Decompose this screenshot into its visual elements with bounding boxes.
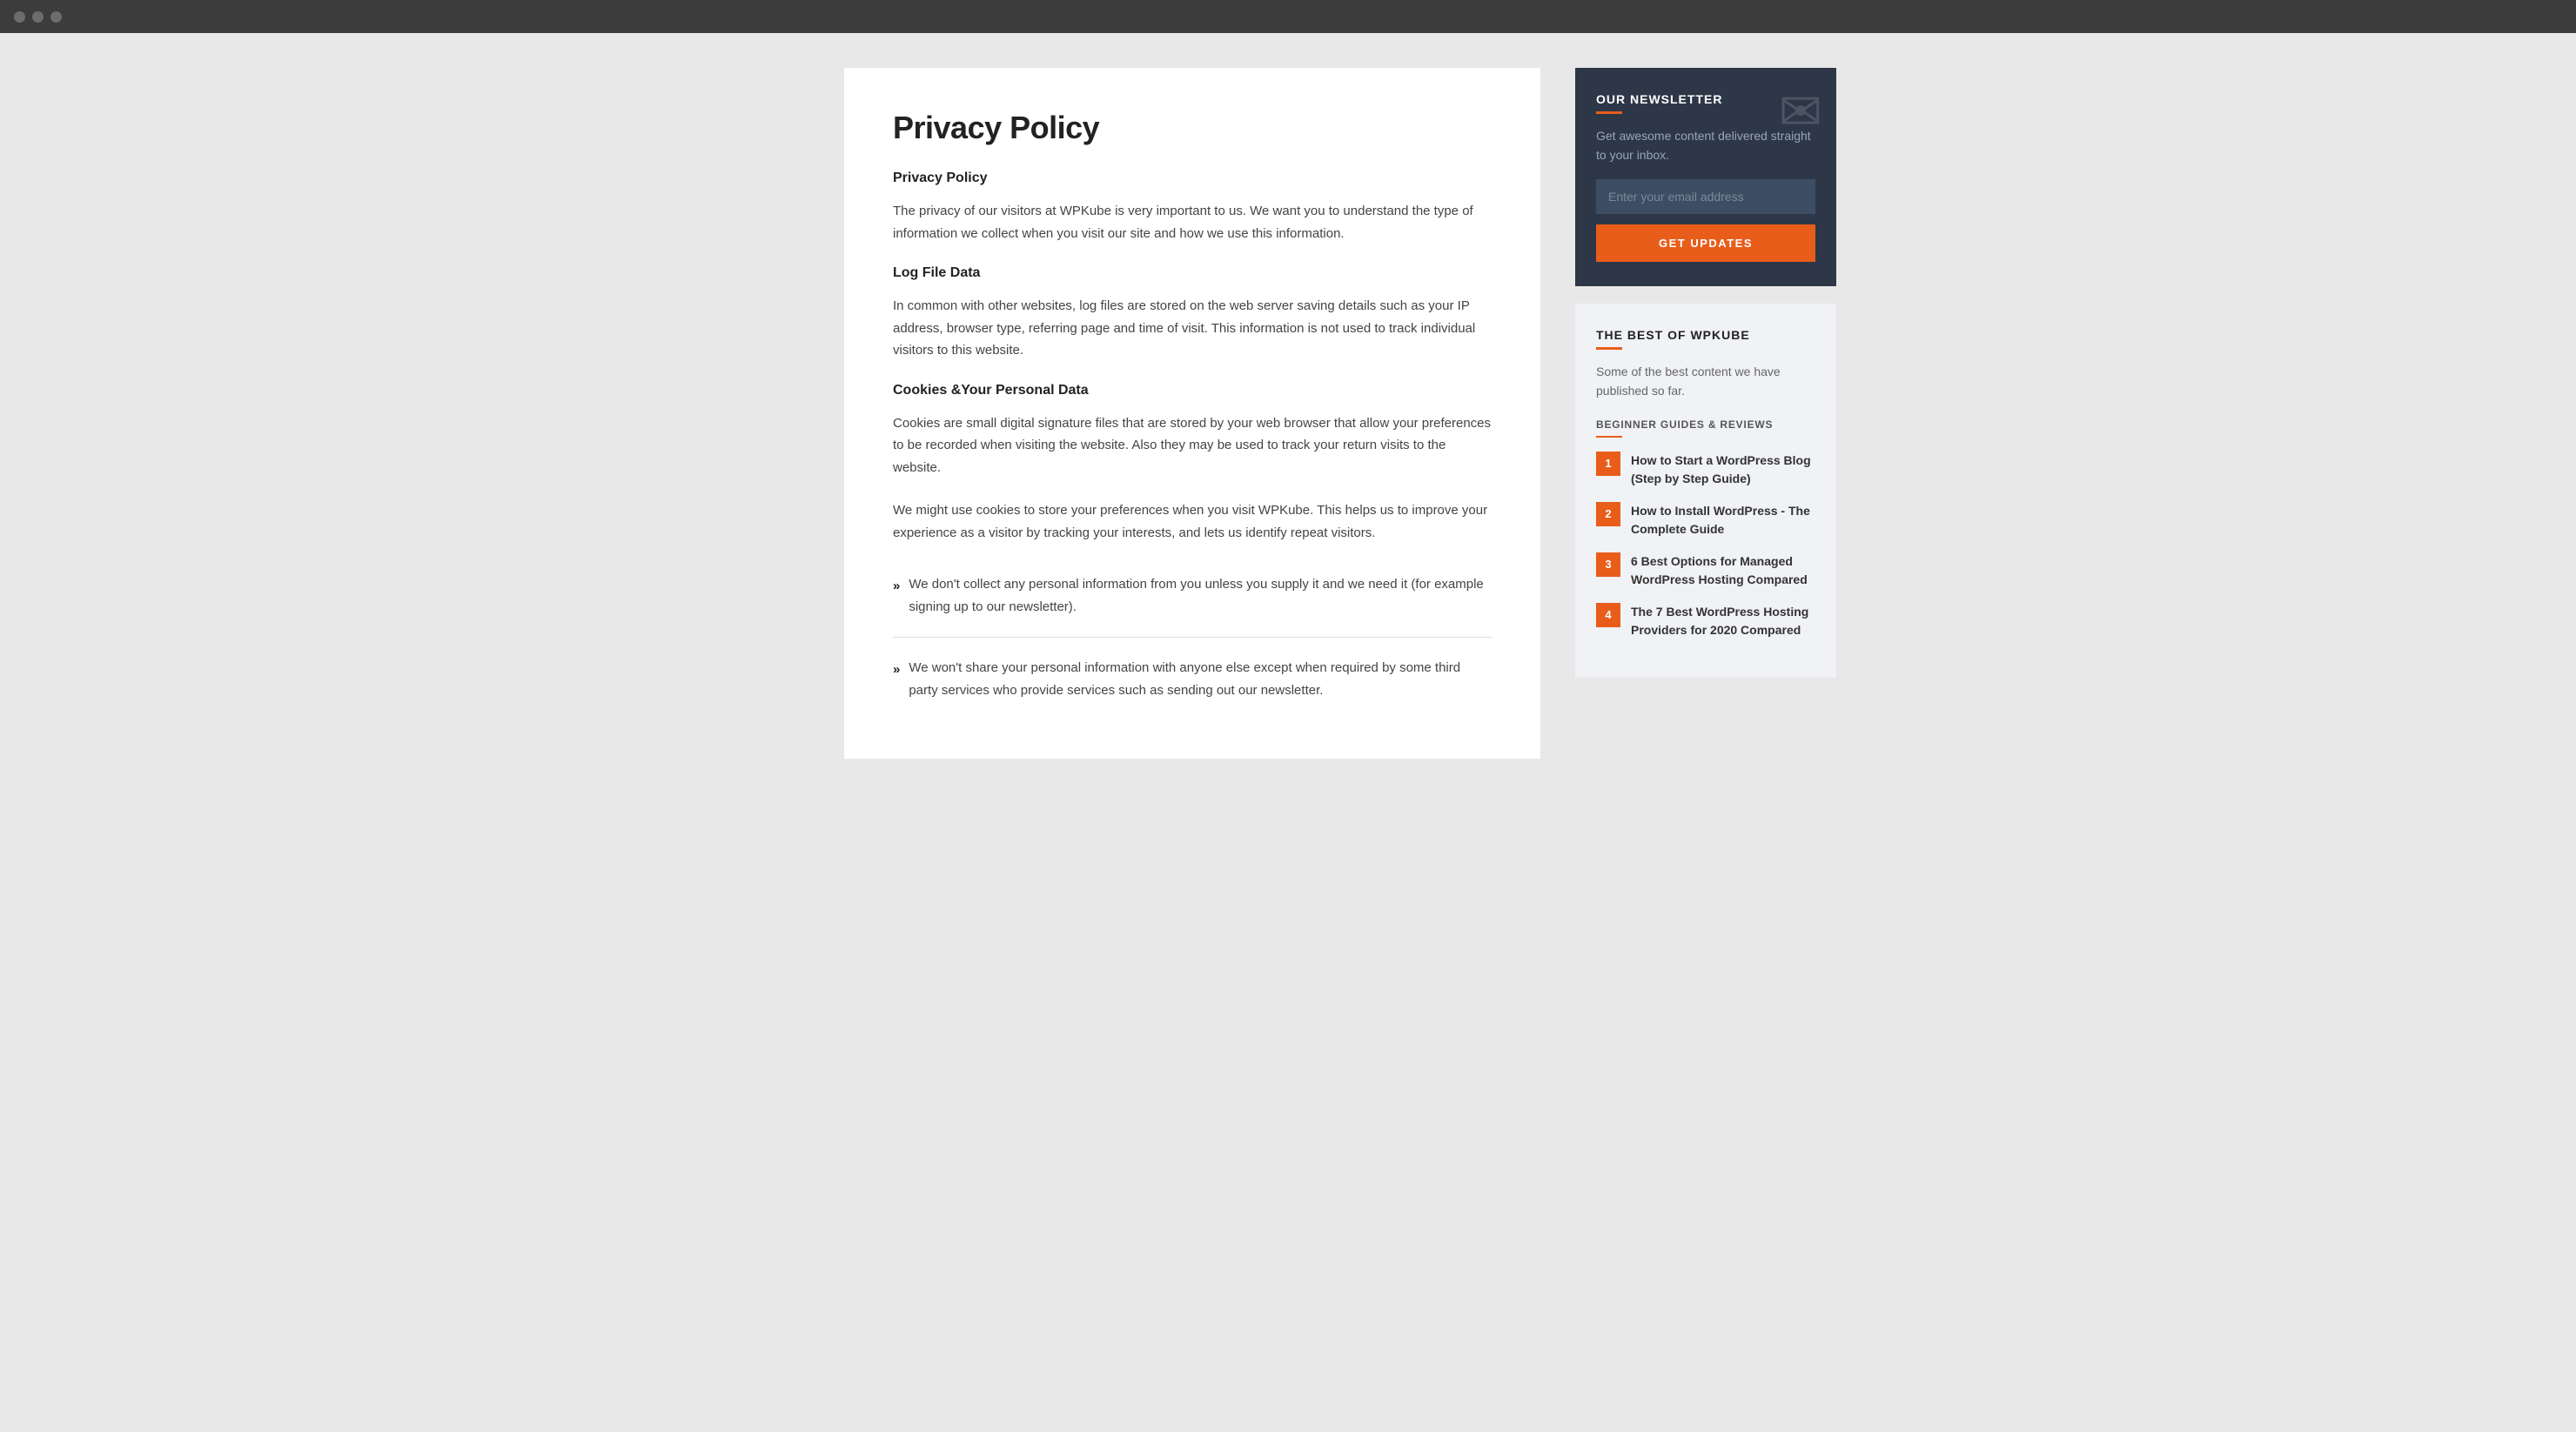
article-number-3: 3	[1596, 552, 1620, 577]
main-content: Privacy Policy Privacy Policy The privac…	[844, 68, 1540, 759]
best-of-description: Some of the best content we have publish…	[1596, 362, 1815, 401]
article-item-1: 1 How to Start a WordPress Blog (Step by…	[1596, 452, 1815, 488]
article-title-2[interactable]: How to Install WordPress - The Complete …	[1631, 502, 1815, 539]
category-title: BEGINNER GUIDES & REVIEWS	[1596, 418, 1815, 431]
best-of-title-underline	[1596, 347, 1622, 350]
page-title: Privacy Policy	[893, 110, 1492, 146]
page-wrapper: Privacy Policy Privacy Policy The privac…	[722, 33, 1854, 793]
article-number-4: 4	[1596, 603, 1620, 627]
newsletter-submit-button[interactable]: GET UPDATES	[1596, 224, 1815, 262]
browser-dot-red	[14, 11, 25, 23]
sidebar: ✉ OUR NEWSLETTER Get awesome content del…	[1575, 68, 1836, 678]
article-item-4: 4 The 7 Best WordPress Hosting Providers…	[1596, 603, 1815, 639]
newsletter-title-underline	[1596, 111, 1622, 114]
browser-chrome	[0, 0, 2576, 33]
list-section: » We don't collect any personal informat…	[893, 565, 1492, 710]
section-cookies: Cookies &Your Personal Data Cookies are …	[893, 383, 1492, 479]
section2-paragraph: In common with other websites, log files…	[893, 295, 1492, 362]
article-number-2: 2	[1596, 502, 1620, 526]
section1-heading: Privacy Policy	[893, 171, 1492, 186]
newsletter-widget: ✉ OUR NEWSLETTER Get awesome content del…	[1575, 68, 1836, 286]
category-underline	[1596, 436, 1622, 438]
browser-dot-yellow	[32, 11, 44, 23]
newsletter-email-input[interactable]	[1596, 179, 1815, 214]
article-title-3[interactable]: 6 Best Options for Managed WordPress Hos…	[1631, 552, 1815, 589]
browser-dot-green	[50, 11, 62, 23]
list-arrow-icon: »	[893, 659, 900, 681]
section4-paragraph: We might use cookies to store your prefe…	[893, 499, 1492, 544]
best-of-title: THE BEST OF WPKUBE	[1596, 328, 1815, 342]
list-arrow-icon: »	[893, 575, 900, 598]
article-title-1[interactable]: How to Start a WordPress Blog (Step by S…	[1631, 452, 1815, 488]
section-cookies-extra: We might use cookies to store your prefe…	[893, 499, 1492, 544]
section-privacy-policy: Privacy Policy The privacy of our visito…	[893, 171, 1492, 244]
list-item-text-1: We don't collect any personal informatio…	[909, 573, 1492, 618]
section-log-file: Log File Data In common with other websi…	[893, 265, 1492, 362]
browser-body: Privacy Policy Privacy Policy The privac…	[0, 33, 2576, 1432]
list-item-text-2: We won't share your personal information…	[909, 657, 1492, 701]
article-title-4[interactable]: The 7 Best WordPress Hosting Providers f…	[1631, 603, 1815, 639]
list-item: » We won't share your personal informati…	[893, 648, 1492, 710]
article-item-2: 2 How to Install WordPress - The Complet…	[1596, 502, 1815, 539]
best-of-widget: THE BEST OF WPKUBE Some of the best cont…	[1575, 304, 1836, 678]
newsletter-envelope-icon: ✉	[1779, 82, 1822, 143]
article-item-3: 3 6 Best Options for Managed WordPress H…	[1596, 552, 1815, 589]
section1-paragraph: The privacy of our visitors at WPKube is…	[893, 200, 1492, 244]
section2-heading: Log File Data	[893, 265, 1492, 281]
list-divider	[893, 637, 1492, 638]
section3-heading: Cookies &Your Personal Data	[893, 383, 1492, 398]
section3-paragraph: Cookies are small digital signature file…	[893, 412, 1492, 479]
article-number-1: 1	[1596, 452, 1620, 476]
list-item: » We don't collect any personal informat…	[893, 565, 1492, 626]
